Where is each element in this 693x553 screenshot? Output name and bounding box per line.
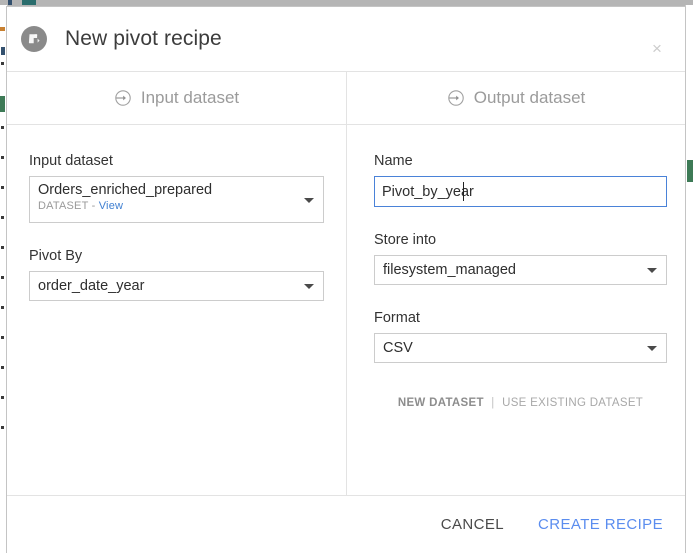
pivot-by-label: Pivot By [29, 248, 83, 264]
input-dataset-panel: Input dataset Orders_enriched_prepared D… [7, 125, 346, 495]
format-field: Format CSV [374, 310, 667, 363]
new-pivot-recipe-modal: New pivot recipe × Input dataset Output … [6, 6, 686, 553]
store-into-field: Store into filesystem_managed [374, 232, 667, 285]
screen-root: New pivot recipe × Input dataset Output … [0, 0, 693, 553]
background-top-accent-teal [22, 0, 36, 5]
store-into-label: Store into [374, 232, 437, 248]
tab-output-dataset-label: Output dataset [473, 88, 586, 107]
background-dot [1, 156, 4, 159]
modal-footer: CANCEL CREATE RECIPE [7, 495, 685, 553]
chevron-down-icon [304, 197, 314, 203]
chevron-down-icon [304, 284, 314, 289]
pivot-by-field: Pivot By order_date_year [29, 248, 324, 301]
background-top-accent-blue [8, 0, 12, 5]
background-dot [1, 186, 4, 189]
background-top-overlay [0, 0, 693, 5]
input-dataset-view-link[interactable]: View [99, 200, 123, 212]
format-select[interactable]: CSV [374, 333, 667, 363]
background-dot [1, 246, 4, 249]
tab-input-dataset[interactable]: Input dataset [7, 72, 346, 124]
output-name-field: Name [374, 153, 667, 207]
cancel-button[interactable]: CANCEL [441, 516, 504, 533]
background-dot [1, 426, 4, 429]
background-dot [1, 276, 4, 279]
pivot-by-value: order_date_year [38, 278, 145, 294]
background-dot [1, 336, 4, 339]
input-dataset-field: Input dataset Orders_enriched_prepared D… [29, 153, 324, 223]
tab-input-dataset-label: Input dataset [140, 88, 240, 107]
close-icon[interactable]: × [648, 40, 666, 58]
format-value: CSV [383, 340, 413, 356]
output-dataset-panel: Name Store into filesystem_managed Forma… [346, 125, 685, 495]
create-recipe-button[interactable]: CREATE RECIPE [538, 516, 663, 533]
format-label: Format [374, 310, 420, 326]
use-existing-dataset-option[interactable]: USE EXISTING DATASET [502, 397, 643, 409]
background-right-strip [685, 0, 693, 553]
input-dataset-select[interactable]: Orders_enriched_prepared DATASET - View [29, 176, 324, 223]
background-accent-orange [0, 27, 5, 31]
modal-body: Input dataset Orders_enriched_prepared D… [7, 125, 685, 495]
background-dot [1, 366, 4, 369]
chevron-down-icon [647, 268, 657, 273]
output-name-input[interactable] [374, 176, 667, 207]
arrow-into-circle-icon [447, 89, 465, 107]
pivot-recipe-icon [21, 26, 47, 52]
background-dot [1, 126, 4, 129]
store-into-select[interactable]: filesystem_managed [374, 255, 667, 285]
output-name-label: Name [374, 153, 413, 169]
store-into-value: filesystem_managed [383, 262, 516, 278]
chevron-down-icon [647, 346, 657, 351]
dataset-mode-separator: | [491, 397, 495, 409]
background-right-accent [687, 160, 693, 182]
input-dataset-meta-separator: - [91, 200, 96, 212]
background-dot [1, 396, 4, 399]
input-dataset-label: Input dataset [29, 153, 113, 169]
tab-output-dataset[interactable]: Output dataset [346, 72, 685, 124]
modal-header: New pivot recipe × [7, 7, 685, 72]
background-accent-green [0, 96, 5, 112]
arrow-into-circle-icon [114, 89, 132, 107]
input-dataset-meta: DATASET - View [38, 199, 295, 214]
pivot-by-select[interactable]: order_date_year [29, 271, 324, 301]
background-dot [1, 62, 4, 65]
background-dot [1, 216, 4, 219]
input-dataset-value: Orders_enriched_prepared [38, 182, 213, 198]
background-dot [1, 306, 4, 309]
background-accent-blue [1, 47, 5, 55]
dataset-mode-toggle: NEW DATASET | USE EXISTING DATASET [374, 397, 667, 409]
new-dataset-option[interactable]: NEW DATASET [398, 397, 484, 409]
text-cursor [463, 182, 464, 201]
input-dataset-type: DATASET [38, 200, 89, 212]
page-title: New pivot recipe [65, 27, 222, 50]
dataset-tab-strip: Input dataset Output dataset [7, 72, 685, 125]
